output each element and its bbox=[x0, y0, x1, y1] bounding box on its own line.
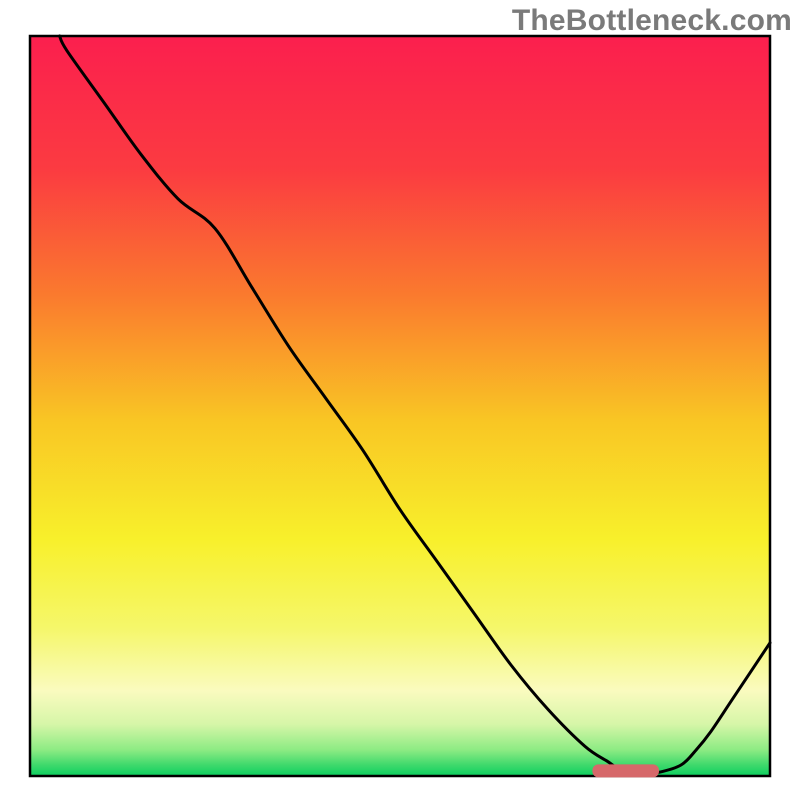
watermark-text: TheBottleneck.com bbox=[512, 4, 792, 38]
gradient-background bbox=[30, 36, 770, 776]
optimal-range-marker bbox=[592, 764, 659, 777]
bottleneck-chart bbox=[0, 0, 800, 800]
chart-container: TheBottleneck.com bbox=[0, 0, 800, 800]
